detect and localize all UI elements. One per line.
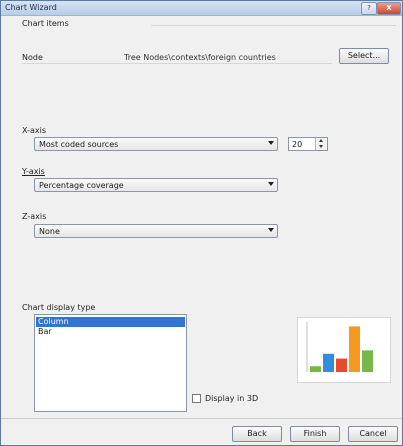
y-axis-value: Percentage coverage	[39, 181, 124, 190]
x-axis-count: 20	[292, 140, 303, 149]
back-button-label: Back	[247, 429, 267, 438]
window-title: Chart Wizard	[5, 3, 57, 12]
z-axis-select[interactable]: None	[34, 224, 278, 238]
list-item-bar[interactable]: Bar	[36, 327, 185, 337]
stepper-down-icon[interactable]	[319, 145, 323, 148]
cancel-button[interactable]: Cancel	[348, 426, 398, 442]
node-value: Tree Nodes\contexts\foreign countries	[124, 53, 276, 62]
chart-display-type-list[interactable]: Column Bar	[34, 314, 187, 412]
chart-preview-graphic	[306, 322, 373, 372]
x-axis-select[interactable]: Most coded sources	[34, 137, 278, 151]
finish-button[interactable]: Finish	[290, 426, 340, 442]
y-axis-label: Y-axis	[22, 167, 45, 176]
stepper-buttons[interactable]	[315, 138, 327, 150]
list-item-column[interactable]: Column	[36, 317, 185, 327]
chart-display-type-label: Chart display type	[22, 303, 96, 312]
finish-button-label: Finish	[303, 429, 327, 438]
title-bar: Chart Wizard ? X	[1, 1, 402, 16]
y-axis-select[interactable]: Percentage coverage	[34, 178, 278, 192]
x-axis-label: X-axis	[22, 126, 46, 135]
chart-preview	[297, 317, 391, 383]
preview-bar	[323, 353, 334, 372]
preview-bar	[349, 326, 360, 372]
x-axis-count-stepper[interactable]: 20	[288, 137, 328, 151]
display-3d-label: Display in 3D	[205, 394, 259, 403]
chevron-down-icon	[268, 182, 274, 186]
select-node-button[interactable]: Select...	[339, 48, 389, 64]
z-axis-value: None	[39, 227, 60, 236]
select-node-button-label: Select...	[347, 51, 381, 60]
preview-bar	[362, 350, 373, 372]
display-3d-checkbox[interactable]	[192, 394, 201, 403]
z-axis-label: Z-axis	[22, 212, 47, 221]
preview-bar	[336, 358, 347, 372]
group-divider	[151, 25, 396, 26]
cancel-button-label: Cancel	[359, 429, 387, 438]
chevron-down-icon	[268, 228, 274, 232]
stepper-up-icon[interactable]	[319, 139, 323, 142]
chevron-down-icon	[268, 141, 274, 145]
chart-wizard-window: Chart Wizard ? X Chart items Node Tree N…	[0, 0, 403, 446]
footer-divider	[1, 418, 402, 419]
chart-items-group-label: Chart items	[22, 19, 69, 28]
help-button[interactable]: ?	[361, 2, 377, 15]
node-label: Node	[22, 53, 43, 62]
preview-bar	[310, 366, 321, 372]
x-axis-value: Most coded sources	[39, 140, 119, 149]
node-underline	[22, 63, 332, 64]
back-button[interactable]: Back	[232, 426, 282, 442]
close-button[interactable]: X	[377, 2, 401, 15]
